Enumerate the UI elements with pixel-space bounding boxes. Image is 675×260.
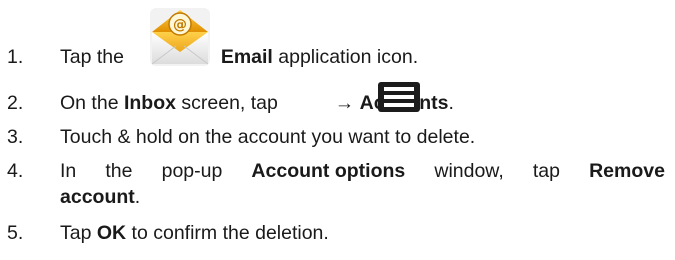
step-text: account.: [60, 186, 141, 208]
svg-text:@: @: [173, 17, 187, 33]
step-text: Tap OK to confirm the deletion.: [60, 222, 329, 244]
menu-icon: [378, 82, 420, 112]
step-number: 5.: [7, 222, 24, 244]
step-number: 1.: [7, 46, 24, 68]
step-number: 4.: [7, 160, 24, 182]
email-app-icon: @: [150, 8, 210, 66]
step-number: 2.: [7, 92, 24, 114]
step-text: In the pop-up Account options window, ta…: [60, 160, 665, 182]
step-text: Touch & hold on the account you want to …: [60, 126, 476, 148]
step-number: 3.: [7, 126, 24, 148]
step-text: Tap the Email application icon.: [60, 46, 419, 68]
